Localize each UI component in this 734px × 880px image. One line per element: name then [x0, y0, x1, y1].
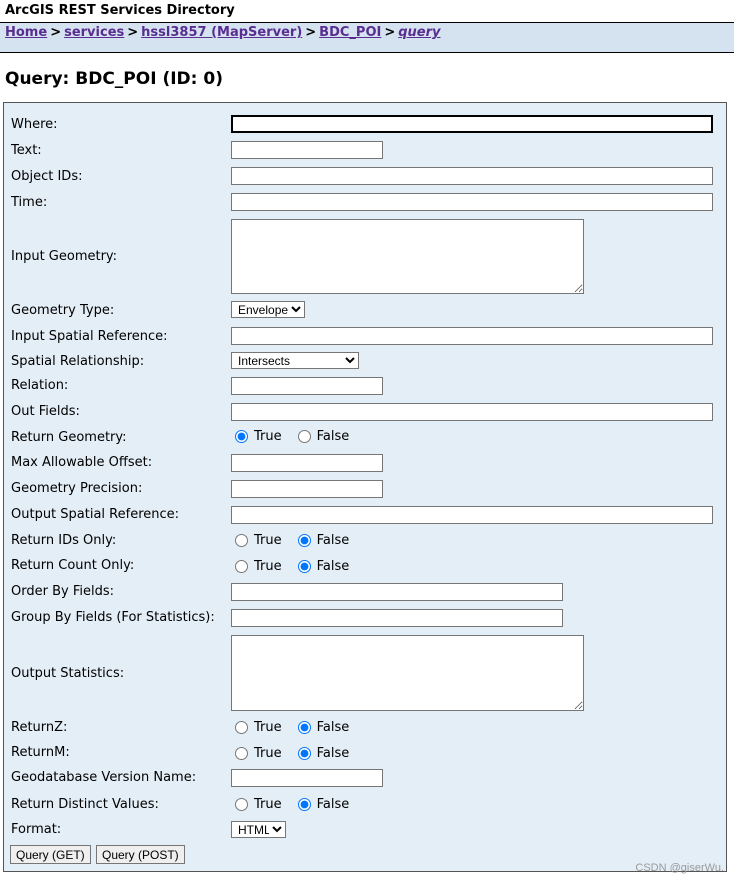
query-form: Where: Text: Object IDs: Time: Input Geo…: [3, 102, 727, 872]
object-ids-input[interactable]: [231, 167, 713, 185]
page-title: Query: BDC_POI (ID: 0): [5, 69, 223, 89]
relation-input[interactable]: [231, 377, 383, 395]
breadcrumb: Home > services > hssl3857 (MapServer) > BDC_P…: [5, 25, 441, 40]
time-input[interactable]: [231, 193, 713, 211]
output-statistics-textarea[interactable]: [231, 635, 584, 711]
return-count-only-false-label: False: [316, 559, 350, 574]
return-z-false-label: False: [316, 720, 350, 735]
input-geometry-textarea[interactable]: [231, 219, 584, 294]
return-distinct-values-false-radio[interactable]: [297, 798, 311, 811]
format-select[interactable]: HTML: [231, 821, 286, 838]
return-geometry-label: Return Geometry:: [11, 430, 127, 445]
return-geometry-radios: True False: [231, 429, 361, 444]
geometry-precision-label: Geometry Precision:: [11, 481, 143, 496]
object-ids-label: Object IDs:: [11, 169, 83, 184]
return-ids-only-true-radio[interactable]: [235, 534, 248, 547]
out-fields-input[interactable]: [231, 403, 713, 421]
query-get-button[interactable]: Query (GET): [10, 845, 91, 864]
geometry-type-select[interactable]: Envelope: [231, 301, 305, 318]
return-ids-only-true-label: True: [254, 533, 282, 548]
return-geometry-true-radio[interactable]: [235, 430, 248, 443]
watermark: CSDN @giserWu.: [635, 862, 724, 874]
group-by-fields-label: Group By Fields (For Statistics):: [11, 610, 215, 625]
where-label: Where:: [11, 117, 58, 132]
return-ids-only-radios: True False: [231, 533, 361, 548]
geometry-precision-input[interactable]: [231, 480, 383, 498]
gdb-version-label: Geodatabase Version Name:: [11, 770, 197, 785]
return-z-false-radio[interactable]: [297, 721, 311, 734]
return-count-only-false-radio[interactable]: [297, 560, 311, 573]
return-geometry-false-radio[interactable]: [297, 430, 311, 443]
breadcrumb-services-link[interactable]: services: [64, 25, 124, 40]
return-count-only-true-label: True: [254, 559, 282, 574]
input-spatial-reference-label: Input Spatial Reference:: [11, 329, 168, 344]
order-by-fields-input[interactable]: [231, 583, 563, 601]
breadcrumb-bar: Home > services > hssl3857 (MapServer) > BDC_P…: [0, 22, 734, 53]
breadcrumb-separator: >: [127, 25, 139, 40]
app-title: ArcGIS REST Services Directory: [5, 3, 235, 18]
return-m-false-radio[interactable]: [297, 747, 311, 760]
group-by-fields-input[interactable]: [231, 609, 563, 627]
return-distinct-values-false-label: False: [316, 797, 350, 812]
input-spatial-reference-input[interactable]: [231, 327, 713, 345]
return-ids-only-label: Return IDs Only:: [11, 533, 117, 548]
return-distinct-values-label: Return Distinct Values:: [11, 797, 159, 812]
return-count-only-label: Return Count Only:: [11, 558, 135, 573]
return-z-true-radio[interactable]: [235, 721, 248, 734]
query-post-button[interactable]: Query (POST): [96, 845, 185, 864]
input-geometry-label: Input Geometry:: [11, 249, 118, 264]
return-z-radios: True False: [231, 720, 361, 735]
return-geometry-true-label: True: [254, 429, 282, 444]
output-spatial-reference-input[interactable]: [231, 506, 713, 524]
breadcrumb-query-link[interactable]: query: [398, 25, 440, 40]
gdb-version-input[interactable]: [231, 769, 383, 787]
breadcrumb-separator: >: [384, 25, 396, 40]
return-count-only-true-radio[interactable]: [235, 560, 248, 573]
return-count-only-radios: True False: [231, 559, 361, 574]
return-geometry-false-label: False: [316, 429, 350, 444]
return-m-true-radio[interactable]: [235, 747, 248, 760]
max-allowable-offset-label: Max Allowable Offset:: [11, 455, 153, 470]
return-z-true-label: True: [254, 720, 282, 735]
max-allowable-offset-input[interactable]: [231, 454, 383, 472]
spatial-relationship-select[interactable]: Intersects: [231, 352, 359, 369]
order-by-fields-label: Order By Fields:: [11, 584, 114, 599]
breadcrumb-home-link[interactable]: Home: [5, 25, 47, 40]
return-m-false-label: False: [316, 746, 350, 761]
return-m-true-label: True: [254, 746, 282, 761]
out-fields-label: Out Fields:: [11, 404, 80, 419]
app-header: ArcGIS REST Services Directory: [0, 0, 734, 22]
breadcrumb-separator: >: [50, 25, 62, 40]
breadcrumb-mapserver-link[interactable]: hssl3857 (MapServer): [141, 25, 302, 40]
where-input[interactable]: [231, 115, 713, 133]
text-input[interactable]: [231, 141, 383, 159]
return-distinct-values-true-label: True: [254, 797, 282, 812]
return-z-label: ReturnZ:: [11, 720, 68, 735]
text-label: Text:: [11, 143, 42, 158]
return-ids-only-false-label: False: [316, 533, 350, 548]
return-m-label: ReturnM:: [11, 745, 70, 760]
breadcrumb-layer-link[interactable]: BDC_POI: [319, 25, 381, 40]
return-ids-only-false-radio[interactable]: [297, 534, 311, 547]
output-spatial-reference-label: Output Spatial Reference:: [11, 507, 180, 522]
time-label: Time:: [11, 195, 48, 210]
return-m-radios: True False: [231, 746, 361, 761]
output-statistics-label: Output Statistics:: [11, 666, 125, 681]
relation-label: Relation:: [11, 378, 69, 393]
return-distinct-values-radios: True False: [231, 797, 361, 812]
format-label: Format:: [11, 822, 62, 837]
return-distinct-values-true-radio[interactable]: [235, 798, 248, 811]
geometry-type-label: Geometry Type:: [11, 303, 115, 318]
breadcrumb-separator: >: [305, 25, 317, 40]
spatial-relationship-label: Spatial Relationship:: [11, 354, 145, 369]
